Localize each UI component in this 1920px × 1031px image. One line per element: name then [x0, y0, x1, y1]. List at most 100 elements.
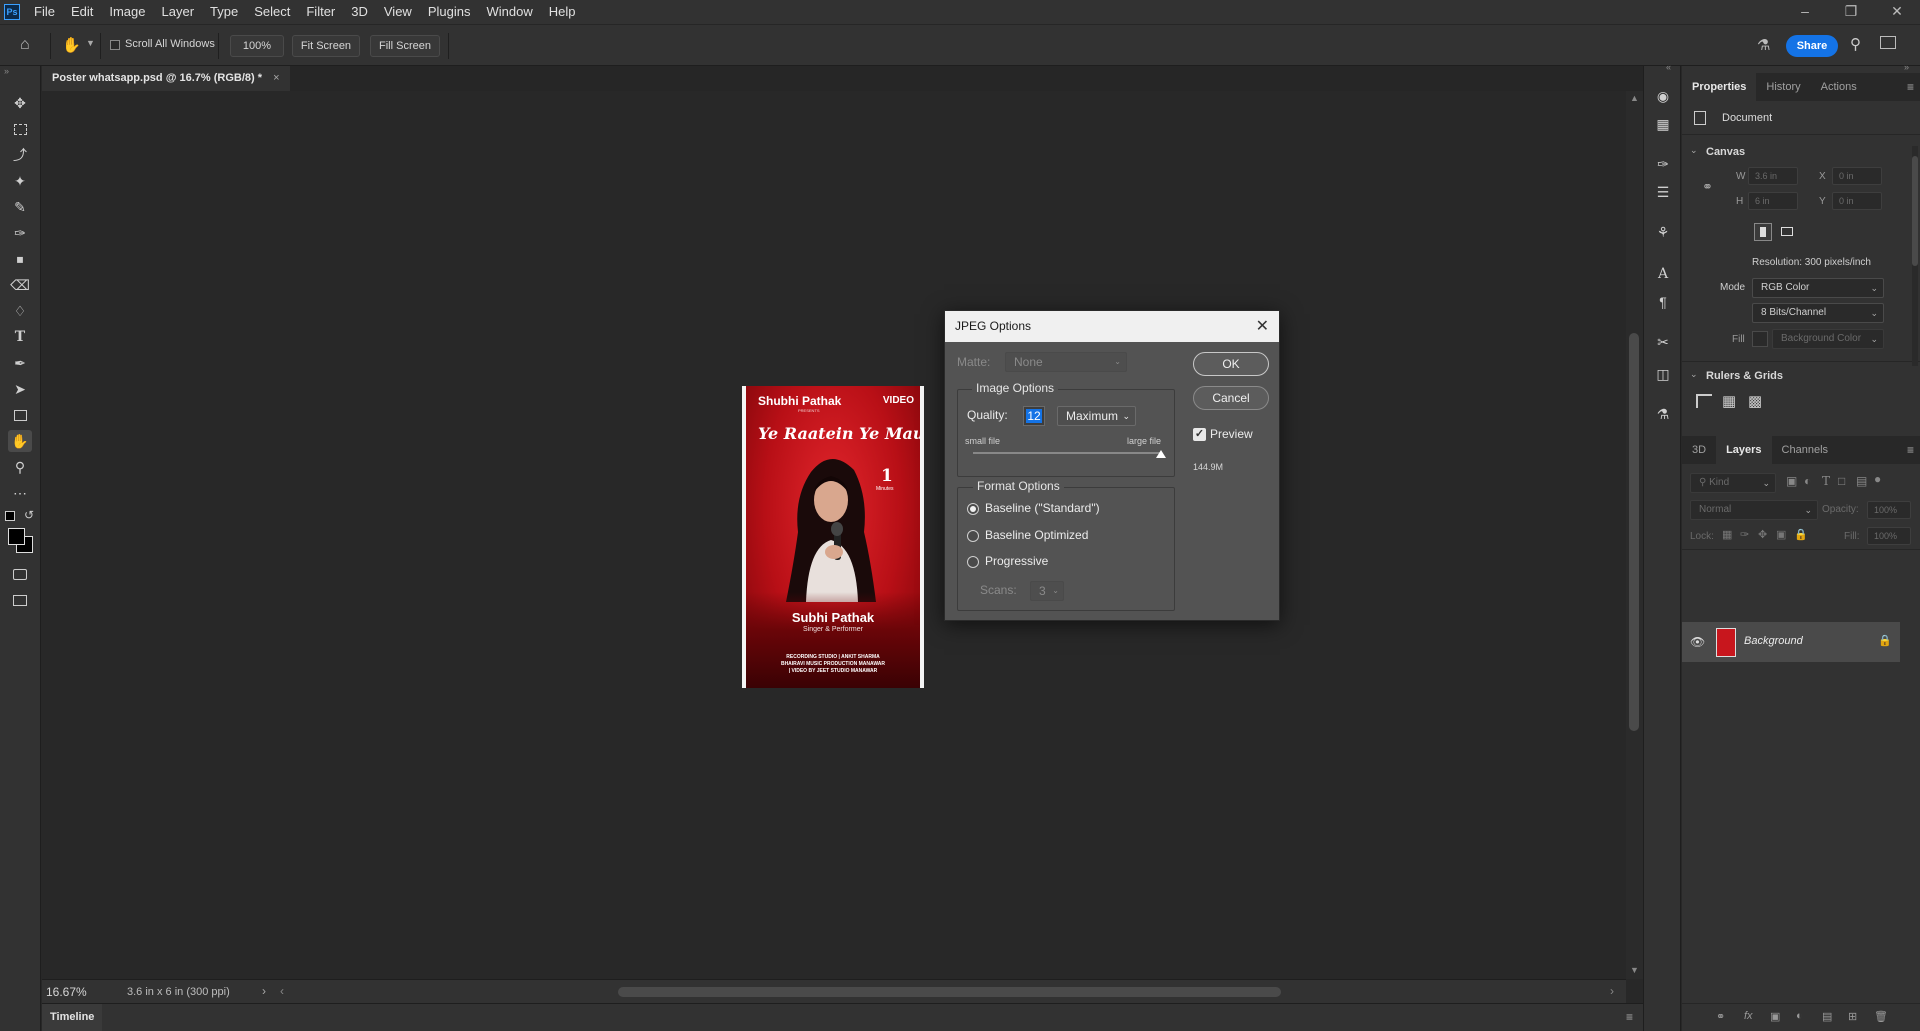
scroll-all-windows-checkbox[interactable] [110, 40, 120, 50]
tab-properties[interactable]: Properties [1682, 73, 1757, 101]
height-field[interactable]: 6 in [1748, 192, 1798, 210]
layers-menu-icon[interactable]: ≡ [1907, 443, 1914, 457]
quality-preset-select[interactable]: Maximum ⌄ [1057, 406, 1136, 426]
flask-icon[interactable]: ⚗ [1757, 36, 1770, 54]
filter-pixel-icon[interactable]: ▣ [1786, 474, 1797, 488]
panel-menu-icon[interactable]: ≡ [1907, 80, 1914, 94]
eyedropper-tool-icon[interactable]: ✎ [8, 196, 32, 218]
share-button[interactable]: Share [1786, 35, 1838, 57]
bit-depth-select[interactable]: 8 Bits/Channel ⌄ [1752, 303, 1884, 323]
menu-plugins[interactable]: Plugins [420, 0, 479, 24]
quality-slider-thumb[interactable] [1156, 450, 1166, 458]
blend-mode-select[interactable]: Normal ⌄ [1690, 500, 1818, 520]
lock-all-icon[interactable]: 🔒 [1794, 528, 1808, 541]
lock-position-icon[interactable]: ✥ [1758, 528, 1767, 541]
timeline-tab[interactable]: Timeline [42, 1004, 103, 1031]
clone-source-icon[interactable]: ⚘ [1653, 222, 1673, 242]
menu-3d[interactable]: 3D [343, 0, 376, 24]
libraries-panel-icon[interactable]: ◫ [1653, 364, 1673, 384]
format-radio-baseline-standard[interactable] [967, 503, 979, 515]
menu-select[interactable]: Select [246, 0, 298, 24]
timeline-menu-icon[interactable]: ≡ [1626, 1010, 1633, 1024]
tab-history[interactable]: History [1756, 73, 1810, 101]
landscape-orientation-icon[interactable] [1778, 223, 1796, 241]
quick-mask-icon[interactable] [8, 563, 32, 585]
hand-tool-preset-icon[interactable]: ✋ [62, 36, 81, 54]
filter-smart-object-icon[interactable]: ▤ [1856, 474, 1867, 488]
tab-layers[interactable]: Layers [1716, 436, 1772, 464]
quality-input[interactable]: 12 [1023, 406, 1045, 426]
tools-panel-icon[interactable]: ✂ [1653, 332, 1673, 352]
swatches-panel-icon[interactable]: ▦ [1653, 114, 1673, 134]
fx-icon[interactable]: fx [1744, 1010, 1753, 1022]
chevron-down-icon[interactable]: ⌄ [1690, 369, 1698, 380]
paragraph-panel-icon[interactable]: ¶ [1653, 292, 1673, 312]
lasso-tool-icon[interactable]: ⤴ [8, 144, 32, 166]
brush-tool-icon[interactable]: ✑ [8, 222, 32, 244]
preview-checkbox[interactable]: ✓ [1193, 428, 1206, 441]
format-radio-progressive[interactable] [967, 556, 979, 568]
menu-view[interactable]: View [376, 0, 420, 24]
screen-mode-icon[interactable] [8, 589, 32, 611]
type-tool-icon[interactable]: T [8, 326, 32, 348]
chevron-down-icon[interactable]: ▼ [86, 38, 95, 48]
scroll-right-icon[interactable]: › [1610, 984, 1614, 998]
zoom-100-button[interactable]: 100% [230, 35, 284, 57]
expand-panel-icon[interactable]: » [1904, 62, 1909, 72]
color-panel-icon[interactable]: ◉ [1653, 86, 1673, 106]
scroll-up-icon[interactable]: ▲ [1630, 93, 1639, 103]
foreground-color-swatch[interactable] [8, 528, 25, 545]
stamp-tool-icon[interactable]: ⏹ [8, 248, 32, 270]
more-tools-icon[interactable]: ⋯ [8, 482, 32, 504]
adjustments-panel-icon[interactable]: ☰ [1653, 182, 1673, 202]
tab-3d[interactable]: 3D [1682, 436, 1716, 464]
format-radio-baseline-optimized[interactable] [967, 530, 979, 542]
color-mode-select[interactable]: RGB Color ⌄ [1752, 278, 1884, 298]
grid-icon[interactable]: ▦ [1722, 392, 1736, 410]
close-window-icon[interactable]: ✕ [1874, 0, 1920, 24]
lock-transparent-icon[interactable]: ▦ [1722, 528, 1732, 541]
fill-screen-button[interactable]: Fill Screen [370, 35, 440, 57]
dialog-close-icon[interactable]: ✕ [1256, 311, 1269, 342]
fill-select[interactable]: Background Color ⌄ [1772, 329, 1884, 349]
menu-type[interactable]: Type [202, 0, 246, 24]
workspace-icon[interactable] [1880, 36, 1896, 49]
chevron-down-icon[interactable]: ⌄ [1690, 145, 1698, 156]
lock-artboard-icon[interactable]: ▣ [1776, 528, 1786, 541]
scroll-left-icon[interactable]: ‹ [280, 984, 284, 998]
properties-scrollbar-thumb[interactable] [1912, 156, 1918, 266]
layer-kind-filter[interactable]: ⚲ Kind ⌄ [1690, 473, 1776, 493]
character-panel-icon[interactable]: A [1653, 264, 1673, 284]
marquee-tool-icon[interactable] [8, 118, 32, 140]
menu-file[interactable]: File [26, 0, 63, 24]
menu-filter[interactable]: Filter [298, 0, 343, 24]
fit-screen-button[interactable]: Fit Screen [292, 35, 360, 57]
add-mask-icon[interactable]: ▣ [1770, 1010, 1780, 1023]
menu-edit[interactable]: Edit [63, 0, 101, 24]
link-layers-icon[interactable]: ⚭ [1716, 1010, 1725, 1023]
vertical-scrollbar[interactable]: ▲ ▼ [1626, 91, 1643, 979]
pen-tool-icon[interactable]: ✒ [8, 352, 32, 374]
document-tab[interactable]: Poster whatsapp.psd @ 16.7% (RGB/8) * × [42, 66, 290, 91]
guides-icon[interactable]: ▩ [1748, 392, 1762, 410]
restore-icon[interactable]: ❐ [1828, 0, 1874, 24]
new-group-icon[interactable]: ▤ [1822, 1010, 1832, 1023]
layer-row-background[interactable]: 👁 Background 🔒 [1682, 622, 1900, 662]
zoom-tool-icon[interactable]: ⚲ [8, 456, 32, 478]
status-menu-icon[interactable]: › [262, 984, 266, 998]
zoom-level[interactable]: 16.67% [46, 985, 87, 999]
lock-image-icon[interactable]: ✑ [1740, 528, 1749, 541]
rectangle-tool-icon[interactable] [8, 404, 32, 426]
filter-adjustment-icon[interactable]: ◐ [1804, 474, 1811, 488]
eraser-tool-icon[interactable]: ⌫ [8, 274, 32, 296]
filter-shape-icon[interactable]: □ [1838, 474, 1845, 488]
adjustment-layer-icon[interactable]: ◐ [1796, 1010, 1803, 1022]
minimize-icon[interactable]: – [1782, 0, 1828, 24]
tab-actions[interactable]: Actions [1811, 73, 1867, 101]
brush-settings-icon[interactable]: ✑ [1653, 154, 1673, 174]
y-field[interactable]: 0 in [1832, 192, 1882, 210]
fill-color-swatch[interactable] [1752, 331, 1768, 347]
menu-layer[interactable]: Layer [154, 0, 203, 24]
portrait-orientation-icon[interactable] [1754, 223, 1772, 241]
home-icon[interactable]: ⌂ [20, 36, 30, 54]
